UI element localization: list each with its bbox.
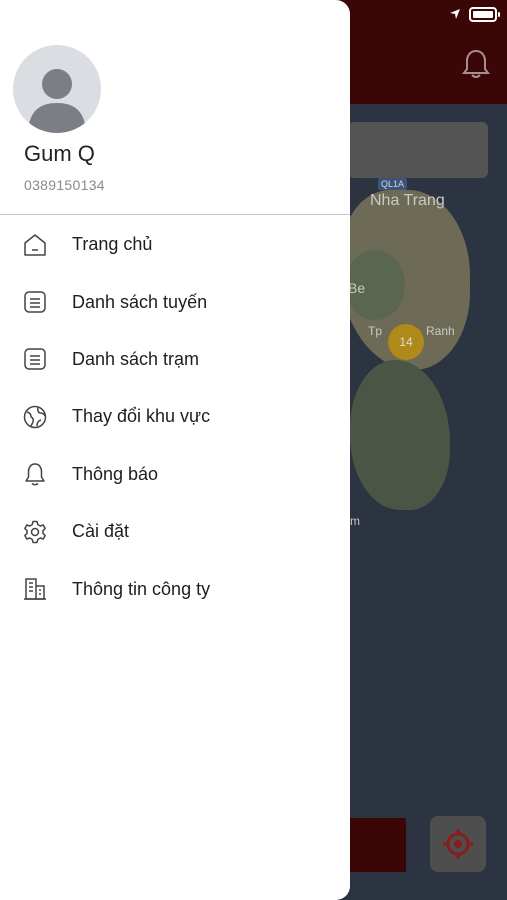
primary-action-button[interactable] xyxy=(348,818,406,872)
user-name: Gum Q xyxy=(24,141,95,166)
list-icon xyxy=(22,346,48,372)
map-label: m xyxy=(350,514,360,528)
target-icon xyxy=(443,829,473,859)
home-icon xyxy=(22,232,48,258)
navigation-drawer: Gum Q 0389150134 Trang chủ Danh sách tuy… xyxy=(0,0,350,900)
map-label: Tp xyxy=(368,324,383,338)
map-cluster-marker[interactable]: 14 xyxy=(388,324,424,360)
menu-item-routes[interactable]: Danh sách tuyến xyxy=(0,273,350,330)
locate-button[interactable] xyxy=(430,816,486,872)
user-phone: 0389150134 xyxy=(24,177,105,193)
avatar[interactable] xyxy=(13,45,101,133)
location-arrow-icon xyxy=(450,9,460,19)
user-avatar-icon xyxy=(28,69,86,133)
menu-item-notifications[interactable]: Thông báo xyxy=(0,446,350,503)
map-city-label: Nha Trang xyxy=(370,192,445,209)
menu-item-label: Cài đặt xyxy=(72,521,130,542)
bell-icon xyxy=(22,461,48,487)
search-box[interactable] xyxy=(348,122,488,178)
status-bar xyxy=(449,4,500,24)
menu-item-label: Thông báo xyxy=(72,463,159,484)
menu-item-label: Thông tin công ty xyxy=(72,578,211,599)
globe-icon xyxy=(22,404,48,430)
menu-item-stations[interactable]: Danh sách trạm xyxy=(0,331,350,388)
menu-item-change-region[interactable]: Thay đổi khu vực xyxy=(0,388,350,445)
map-label: Be xyxy=(348,280,366,296)
menu-item-company-info[interactable]: Thông tin công ty xyxy=(0,560,350,617)
gear-icon xyxy=(22,519,48,545)
menu-item-label: Thay đổi khu vực xyxy=(72,406,211,427)
menu-item-label: Danh sách tuyến xyxy=(72,291,208,312)
divider xyxy=(0,214,350,215)
drawer-menu: Trang chủ Danh sách tuyến Danh sách trạm… xyxy=(0,216,350,618)
menu-item-home[interactable]: Trang chủ xyxy=(0,216,350,273)
road-badge: QL1A xyxy=(378,178,408,190)
menu-item-label: Trang chủ xyxy=(72,234,153,255)
battery-icon xyxy=(469,6,500,22)
header-notification-bell-icon[interactable] xyxy=(461,48,491,85)
map-label: Ranh xyxy=(426,324,455,338)
building-icon xyxy=(22,576,48,602)
list-icon xyxy=(22,289,48,315)
menu-item-settings[interactable]: Cài đặt xyxy=(0,503,350,560)
menu-item-label: Danh sách trạm xyxy=(72,348,200,369)
